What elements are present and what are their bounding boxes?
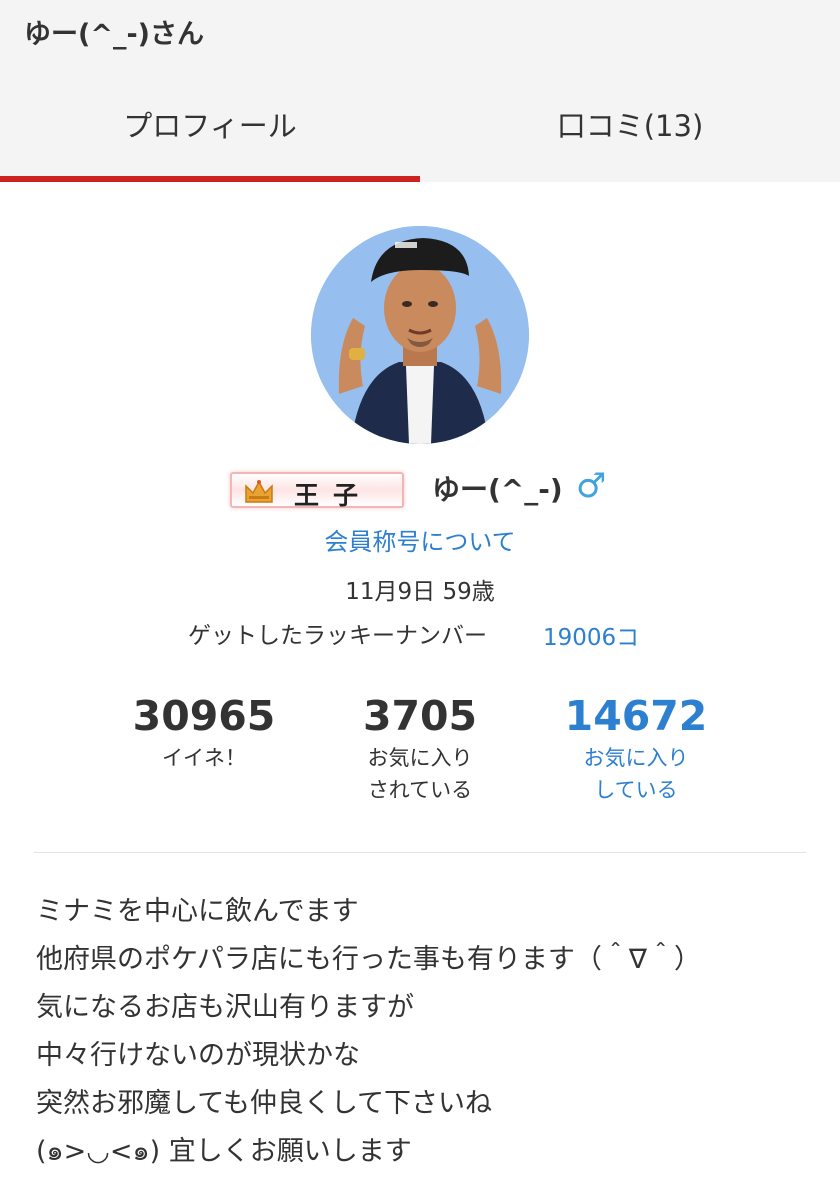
header-bar: ゆー(^_-)さん プロフィール 口コミ(13): [0, 0, 840, 182]
member-title-link[interactable]: 会員称号について: [0, 522, 840, 557]
lucky-number-label: ゲットしたラッキーナンバー: [188, 623, 487, 649]
avatar: [311, 226, 529, 444]
tab-reviews[interactable]: 口コミ(13): [420, 96, 840, 182]
male-icon: ♂: [576, 466, 607, 506]
favorited-by-label-line2: されている: [367, 778, 473, 802]
birthday-age: 11月9日 59歳: [345, 579, 495, 605]
favoriting-label-line2[interactable]: している: [536, 774, 736, 806]
user-name: ゆー(^_-): [432, 473, 563, 506]
stat-favorited-by: 3705 お気に入り されている: [320, 690, 520, 806]
tab-profile[interactable]: プロフィール: [0, 96, 420, 182]
tab-bar: プロフィール 口コミ(13): [0, 96, 840, 182]
section-divider: [34, 852, 806, 853]
bio-text: ミナミを中心に飲んでます 他府県のポケパラ店にも行った事も有ります（＾∇＾） 気…: [36, 888, 826, 1176]
favoriting-count[interactable]: 14672: [536, 690, 736, 742]
rank-badge: 王子: [230, 472, 404, 510]
rank-badge-text: 王子: [294, 481, 373, 510]
active-tab-indicator: [0, 176, 420, 182]
likes-label: イイネ！: [162, 746, 246, 770]
lucky-number-value[interactable]: 19006コ: [543, 618, 639, 652]
likes-count: 30965: [132, 692, 276, 740]
favoriting-label-line1[interactable]: お気に入り: [536, 742, 736, 774]
avatar-image: [311, 226, 529, 444]
crown-icon: [245, 480, 273, 503]
bio-line: 他府県のポケパラ店にも行った事も有ります（＾∇＾）: [36, 944, 701, 975]
bio-line: 中々行けないのが現状かな: [36, 1040, 360, 1071]
bio-line: (๑>◡<๑) 宜しくお願いします: [36, 1136, 412, 1167]
favorited-by-label-line1: お気に入り: [367, 746, 473, 770]
stat-likes: 30965 イイネ！: [104, 690, 304, 774]
name-row: 王子 ゆー(^_-) ♂: [0, 466, 840, 512]
page-title: ゆー(^_-)さん: [24, 19, 205, 50]
bio-line: ミナミを中心に飲んでます: [36, 896, 359, 927]
bio-line: 気になるお店も沢山有りますが: [36, 992, 414, 1023]
stat-favoriting[interactable]: 14672 お気に入り している: [536, 690, 736, 806]
bio-line: 突然お邪魔しても仲良くして下さいね: [36, 1088, 493, 1119]
favorited-by-count: 3705: [362, 692, 478, 740]
